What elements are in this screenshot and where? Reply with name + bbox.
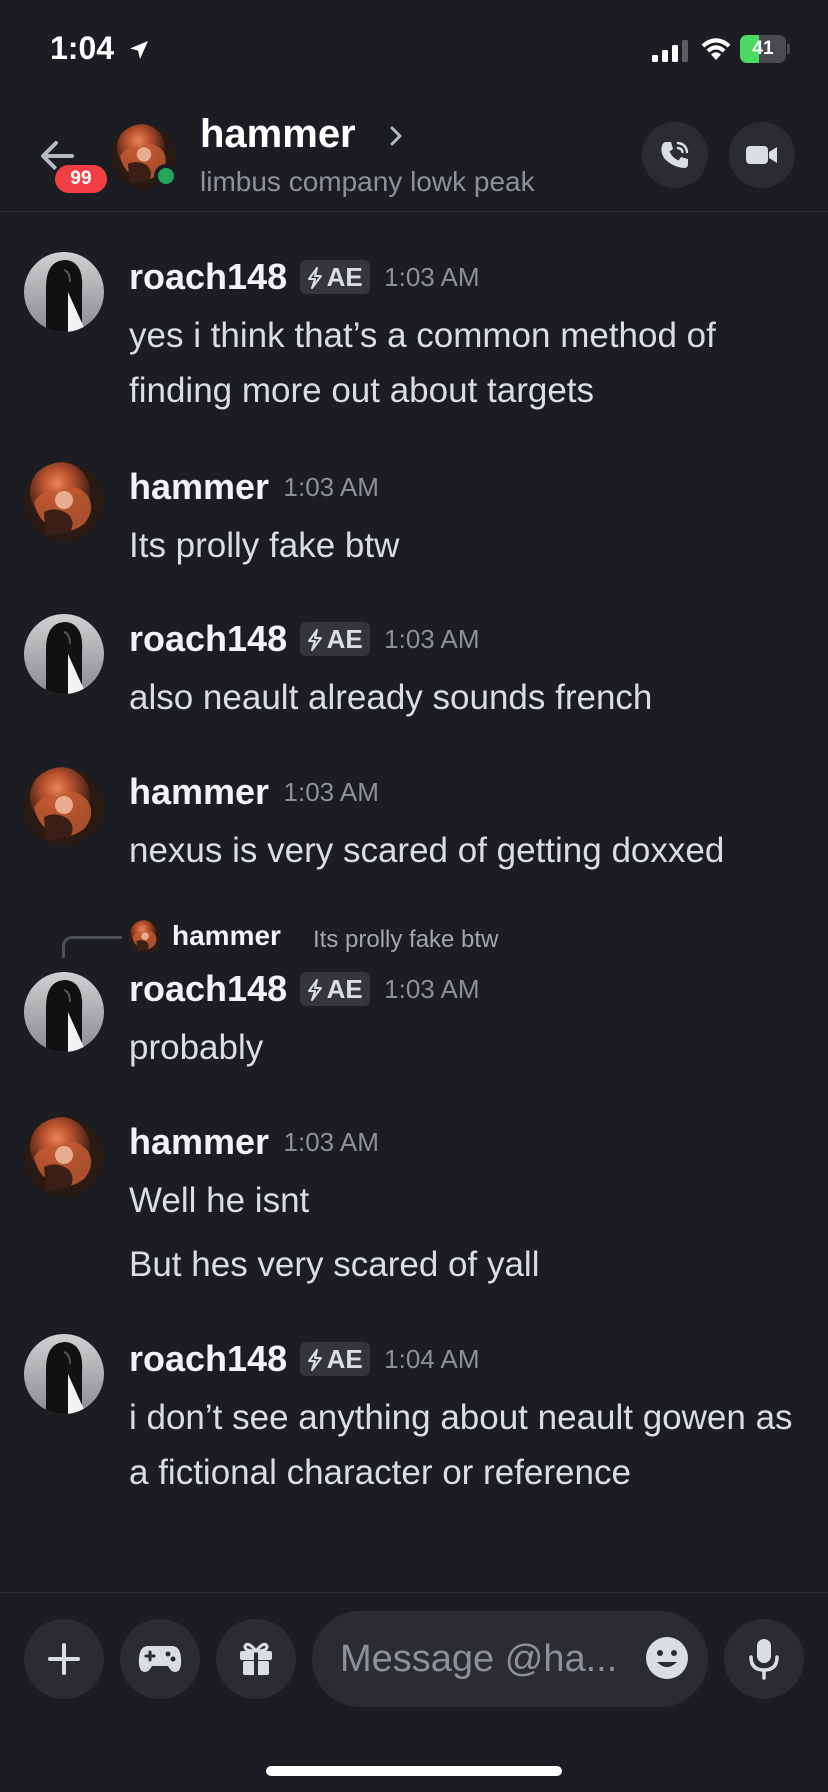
message-content: nexus is very scared of getting doxxed (129, 831, 725, 870)
message-content: i don’t see anything about neault gowen … (129, 1398, 793, 1492)
activities-button[interactable] (120, 1619, 200, 1699)
video-call-button[interactable] (729, 122, 795, 188)
battery-indicator: 41 (740, 35, 790, 63)
microphone-icon (749, 1639, 779, 1680)
guild-tag[interactable]: AE (299, 1342, 370, 1376)
message-content: probably (129, 1028, 264, 1067)
reply-connector (62, 936, 122, 958)
home-indicator[interactable] (266, 1766, 562, 1776)
status-time-text: 1:04 (50, 30, 115, 66)
message-timestamp: 1:04 AM (384, 1343, 480, 1374)
guild-tag-text: AE (326, 974, 363, 1004)
gift-button[interactable] (216, 1619, 296, 1699)
avatar[interactable] (24, 252, 104, 332)
reply-preview[interactable]: Its prolly fake btw (313, 926, 498, 954)
attach-button[interactable] (24, 1619, 104, 1699)
avatar[interactable] (24, 1117, 104, 1197)
reply-author[interactable]: hammer (172, 920, 281, 952)
guild-tag-text: AE (326, 1344, 363, 1374)
guild-tag[interactable]: AE (299, 260, 370, 294)
dm-header: 99 hammer limbus company lowk peak (0, 100, 828, 212)
voice-call-button[interactable] (642, 122, 708, 188)
header-custom-status: limbus company lowk peak (200, 166, 535, 197)
dm-screen: 1:04 41 99 hammer limbus company lowk pe… (0, 0, 828, 1792)
phone-icon (661, 141, 689, 168)
gamepad-icon (138, 1646, 182, 1672)
voice-message-button[interactable] (724, 1619, 804, 1699)
message-timestamp: 1:03 AM (384, 623, 480, 654)
emoji-icon[interactable] (644, 1635, 690, 1681)
lightning-icon (307, 1349, 322, 1371)
guild-tag-text: AE (326, 262, 363, 292)
battery-text: 41 (752, 38, 774, 59)
avatar[interactable] (24, 1334, 104, 1414)
avatar[interactable] (24, 614, 104, 694)
message-author[interactable]: roach148 (129, 968, 287, 1009)
status-time: 1:04 (50, 30, 151, 67)
guild-tag[interactable]: AE (299, 622, 370, 656)
header-username[interactable]: hammer (200, 112, 356, 157)
message-author[interactable]: roach148 (129, 1338, 287, 1379)
message-content: But hes very scared of yall (129, 1245, 540, 1284)
cell-signal-icon (652, 40, 688, 62)
avatar[interactable] (24, 972, 104, 1052)
status-bar: 1:04 41 (0, 0, 828, 100)
message-timestamp: 1:03 AM (384, 973, 480, 1004)
message-author[interactable]: hammer (129, 466, 269, 507)
message-timestamp: 1:03 AM (283, 471, 379, 502)
message-composer: Message @ha... (0, 1592, 828, 1722)
avatar[interactable] (24, 462, 104, 542)
reply-avatar[interactable] (128, 920, 162, 954)
lightning-icon (307, 267, 322, 289)
message-input[interactable]: Message @ha... (312, 1611, 708, 1707)
message-author[interactable]: hammer (129, 771, 269, 812)
message-author[interactable]: roach148 (129, 256, 287, 297)
plus-icon (48, 1643, 80, 1675)
lightning-icon (307, 629, 322, 651)
message-content: Its prolly fake btw (129, 526, 400, 565)
guild-tag[interactable]: AE (299, 972, 370, 1006)
message-timestamp: 1:03 AM (384, 261, 480, 292)
avatar[interactable] (24, 767, 104, 847)
message-timestamp: 1:03 AM (283, 1126, 379, 1157)
wifi-icon (701, 38, 731, 60)
unread-badge: 99 (52, 162, 110, 196)
lightning-icon (307, 979, 322, 1001)
location-arrow-icon (129, 41, 148, 59)
message-input-placeholder: Message @ha... (340, 1638, 618, 1680)
chevron-right-icon[interactable] (386, 122, 406, 150)
guild-tag-text: AE (326, 624, 363, 654)
message-content: yes i think that’s a common method of fi… (129, 316, 716, 410)
message-author[interactable]: roach148 (129, 618, 287, 659)
message-content: also neault already sounds french (129, 678, 653, 717)
video-camera-icon (746, 146, 777, 164)
online-status-indicator (154, 164, 178, 188)
message-timestamp: 1:03 AM (283, 776, 379, 807)
message-author[interactable]: hammer (129, 1121, 269, 1162)
gift-icon (240, 1642, 272, 1675)
message-content: Well he isnt (129, 1181, 310, 1220)
